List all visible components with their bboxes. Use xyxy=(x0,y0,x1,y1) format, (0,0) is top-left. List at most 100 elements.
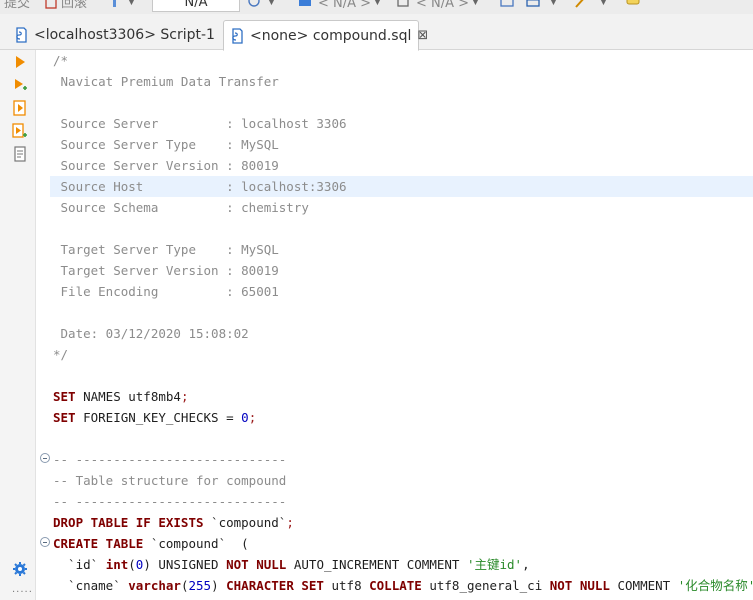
code-token: -- Table structure for compound xyxy=(53,473,287,488)
code-line[interactable]: File Encoding : 65001 xyxy=(50,281,753,302)
magic-wand-icon[interactable] xyxy=(574,0,588,10)
code-line[interactable]: Source Server Type : MySQL xyxy=(50,134,753,155)
settings-gear-icon[interactable] xyxy=(12,561,28,577)
code-line[interactable]: Target Server Type : MySQL xyxy=(50,239,753,260)
schema-selector[interactable]: < N/A > xyxy=(416,0,469,13)
code-token: SET xyxy=(53,389,76,404)
rollback-icon xyxy=(45,0,57,9)
code-token: COMMENT xyxy=(609,578,678,593)
code-token: Navicat Premium Data Transfer xyxy=(53,74,279,89)
execute-script-icon[interactable] xyxy=(12,100,28,116)
editor-action-gutter: ..... xyxy=(0,50,36,600)
tab-label: <none> compound.sql xyxy=(250,27,412,44)
fold-toggle-icon[interactable] xyxy=(40,537,50,547)
more-dots-icon[interactable]: ..... xyxy=(12,584,33,595)
code-token: NOT NULL xyxy=(549,578,610,593)
code-line[interactable]: Date: 03/12/2020 15:08:02 xyxy=(50,323,753,344)
history-icon[interactable] xyxy=(247,0,261,10)
code-line[interactable]: Source Server : localhost 3306 xyxy=(50,113,753,134)
tab-compound-sql[interactable]: <none> compound.sql ⊠ xyxy=(223,20,428,51)
execute-script-new-tab-icon[interactable] xyxy=(12,123,28,139)
code-token: 0 xyxy=(241,410,249,425)
code-token: Target Server Version : 80019 xyxy=(53,263,279,278)
code-line[interactable]: Target Server Version : 80019 xyxy=(50,260,753,281)
execute-in-new-tab-icon[interactable] xyxy=(12,77,28,93)
code-token: utf8 xyxy=(323,578,370,593)
transaction-mode-icon[interactable] xyxy=(110,0,124,10)
code-line[interactable] xyxy=(50,218,753,239)
datasource-dropdown-icon[interactable]: ▼ xyxy=(374,0,381,7)
explain-plan-icon[interactable] xyxy=(12,146,28,162)
transaction-field[interactable]: N/A xyxy=(152,0,240,12)
code-line[interactable] xyxy=(50,365,753,386)
code-token: */ xyxy=(53,347,69,362)
format-sql-icon[interactable] xyxy=(500,0,514,10)
schema-icon xyxy=(397,0,409,7)
comment-icon[interactable] xyxy=(626,0,640,10)
code-line[interactable]: /* xyxy=(50,50,753,71)
code-token: `compound` xyxy=(203,515,287,530)
code-token: File Encoding : 65001 xyxy=(53,284,279,299)
code-token: `id` xyxy=(53,557,106,572)
fold-toggle-icon[interactable] xyxy=(40,453,50,463)
code-line[interactable] xyxy=(50,92,753,113)
code-line[interactable]: Source Server Version : 80019 xyxy=(50,155,753,176)
code-line[interactable] xyxy=(50,302,753,323)
code-line[interactable]: -- ---------------------------- xyxy=(50,449,753,470)
main-toolbar: 提交 回滚 ▼ N/A ▼ < N/A > ▼ < N/A > ▼ ▼ ▼ xyxy=(0,0,753,14)
code-line[interactable]: `id` int(0) UNSIGNED NOT NULL AUTO_INCRE… xyxy=(50,554,753,575)
code-line[interactable]: CREATE TABLE `compound` ( xyxy=(50,533,753,554)
code-token: NAMES utf8mb4 xyxy=(75,389,181,404)
code-token: , xyxy=(522,557,530,572)
code-line[interactable]: `cname` varchar(255) CHARACTER SET utf8 … xyxy=(50,575,753,596)
sql-script-icon xyxy=(16,27,27,43)
transaction-dropdown-icon[interactable]: ▼ xyxy=(128,0,135,7)
history-dropdown-icon[interactable]: ▼ xyxy=(268,0,275,7)
code-token: '主键id' xyxy=(466,557,523,572)
code-token: AUTO_INCREMENT COMMENT xyxy=(286,557,467,572)
sql-editor[interactable]: /* Navicat Premium Data Transfer Source … xyxy=(50,50,753,600)
code-line[interactable]: -- ---------------------------- xyxy=(50,491,753,512)
code-token: Source Server Type : MySQL xyxy=(53,137,279,152)
datasource-icon xyxy=(299,0,311,6)
code-token: ) xyxy=(211,578,227,593)
sql-script-icon xyxy=(232,27,243,44)
code-token: `cname` xyxy=(53,578,129,593)
code-token: utf8_general_ci xyxy=(421,578,550,593)
code-line[interactable]: Source Schema : chemistry xyxy=(50,197,753,218)
datasource-selector[interactable]: < N/A > xyxy=(318,0,371,13)
code-token: /* xyxy=(53,53,69,68)
code-line[interactable]: SET NAMES utf8mb4; xyxy=(50,386,753,407)
code-token: DROP TABLE IF EXISTS xyxy=(53,515,204,530)
rollback-button[interactable]: 回滚 xyxy=(61,0,87,13)
code-token: varchar xyxy=(128,578,181,593)
code-token: ) UNSIGNED xyxy=(143,557,227,572)
tab-script-1[interactable]: <localhost3306> Script-1 xyxy=(8,20,220,50)
code-token: ; xyxy=(286,515,294,530)
code-token: ( xyxy=(128,557,136,572)
close-tab-icon[interactable]: ⊠ xyxy=(417,28,428,43)
code-line[interactable]: Navicat Premium Data Transfer xyxy=(50,71,753,92)
code-token: ; xyxy=(248,410,257,425)
code-line[interactable]: DROP TABLE IF EXISTS `compound`; xyxy=(50,512,753,533)
grid-icon[interactable] xyxy=(526,0,540,10)
code-token: `compound` ( xyxy=(143,536,249,551)
grid-dropdown-icon[interactable]: ▼ xyxy=(550,0,557,7)
code-line[interactable]: Source Host : localhost:3306 xyxy=(50,176,753,197)
code-line[interactable]: */ xyxy=(50,344,753,365)
code-token: FOREIGN_KEY_CHECKS = xyxy=(75,410,242,425)
code-line[interactable]: -- Table structure for compound xyxy=(50,470,753,491)
wand-dropdown-icon[interactable]: ▼ xyxy=(600,0,607,7)
code-line[interactable]: SET FOREIGN_KEY_CHECKS = 0; xyxy=(50,407,753,428)
code-token: -- ---------------------------- xyxy=(53,452,287,467)
code-token: int xyxy=(105,557,129,572)
code-token: ; xyxy=(180,389,189,404)
execute-statement-icon[interactable] xyxy=(12,54,28,70)
code-token: Source Server Version : 80019 xyxy=(53,158,279,173)
schema-dropdown-icon[interactable]: ▼ xyxy=(472,0,479,7)
commit-button[interactable]: 提交 xyxy=(4,0,30,13)
code-line[interactable] xyxy=(50,428,753,449)
code-token: '化合物名称' xyxy=(677,578,753,593)
code-token: SET xyxy=(53,410,76,425)
code-token: Target Server Type : MySQL xyxy=(53,242,279,257)
